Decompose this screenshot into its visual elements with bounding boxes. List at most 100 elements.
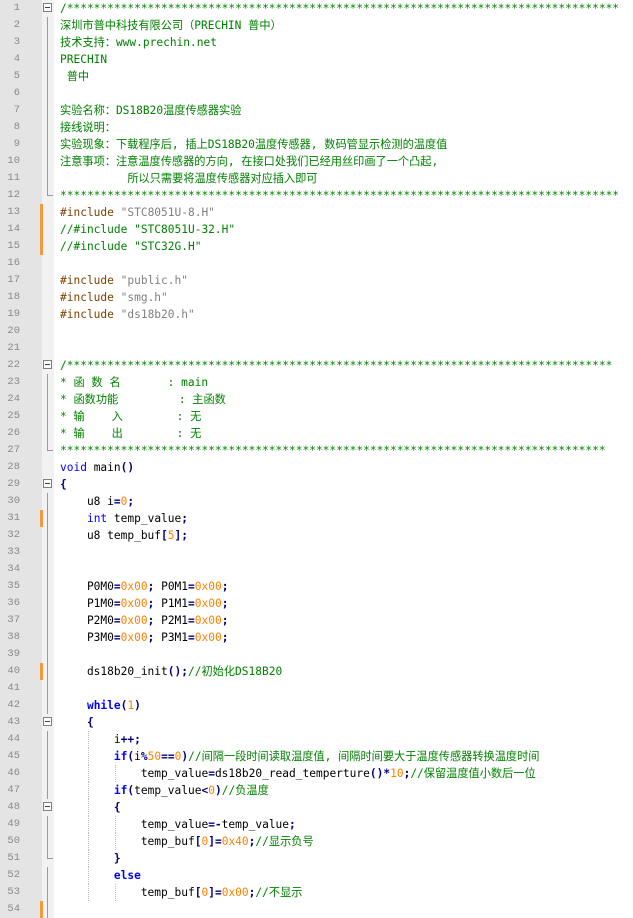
code-text[interactable]: 所以只需要将温度传感器对应插入即可	[60, 170, 317, 187]
code-text[interactable]: {	[60, 799, 121, 816]
code-line[interactable]: 16	[0, 255, 633, 272]
code-text[interactable]: ds18b20_init();//初始化DS18B20	[60, 663, 282, 680]
code-text[interactable]: temp_buf[0]=0x00;//不显示	[60, 884, 303, 901]
code-text[interactable]: PRECHIN	[60, 51, 107, 68]
code-text[interactable]: #include "smg.h"	[60, 289, 168, 306]
code-line[interactable]: 40 ds18b20_init();//初始化DS18B20	[0, 663, 633, 680]
code-line[interactable]: 51 }	[0, 850, 633, 867]
code-line[interactable]: 25 * 输 入 : 无	[0, 408, 633, 425]
code-text[interactable]: //#include "STC32G.H"	[60, 238, 201, 255]
code-text[interactable]: 普中	[60, 68, 89, 85]
code-line[interactable]: 26 * 输 出 : 无	[0, 425, 633, 442]
code-line[interactable]: 36 P1M0=0x00; P1M1=0x00;	[0, 595, 633, 612]
code-line[interactable]: 48 {	[0, 799, 633, 816]
code-line[interactable]: 33	[0, 544, 633, 561]
code-text[interactable]: * 函 数 名 : main	[60, 374, 208, 391]
code-line[interactable]: 30 u8 i=0;	[0, 493, 633, 510]
code-line[interactable]: 28 void main()	[0, 459, 633, 476]
code-line[interactable]: 32 u8 temp_buf[5];	[0, 527, 633, 544]
code-line[interactable]: 43 {	[0, 714, 633, 731]
code-line[interactable]: 35 P0M0=0x00; P0M1=0x00;	[0, 578, 633, 595]
code-text[interactable]: 深圳市普中科技有限公司（PRECHIN 普中）	[60, 17, 282, 34]
code-line[interactable]: 5 普中	[0, 68, 633, 85]
code-line[interactable]: 37 P2M0=0x00; P2M1=0x00;	[0, 612, 633, 629]
code-line[interactable]: 31 int temp_value;	[0, 510, 633, 527]
code-line[interactable]: 34	[0, 561, 633, 578]
code-text[interactable]: u8 i=0;	[60, 493, 134, 510]
code-text[interactable]: * 输 出 : 无	[60, 425, 201, 442]
fold-toggle-icon[interactable]	[43, 3, 52, 12]
fold-toggle-icon[interactable]	[43, 802, 52, 811]
code-line[interactable]: 47 if(temp_value<0)//负温度	[0, 782, 633, 799]
fold-toggle-icon[interactable]	[43, 360, 52, 369]
code-text[interactable]: P2M0=0x00; P2M1=0x00;	[60, 612, 229, 629]
code-line[interactable]: 46 temp_value=ds18b20_read_temperture()*…	[0, 765, 633, 782]
code-text[interactable]: if(temp_value<0)//负温度	[60, 782, 269, 799]
code-text[interactable]: /***************************************…	[60, 357, 612, 374]
code-line[interactable]: 50 temp_buf[0]=0x40;//显示负号	[0, 833, 633, 850]
code-line[interactable]: 21	[0, 340, 633, 357]
code-line[interactable]: 6	[0, 85, 633, 102]
code-text[interactable]: 接线说明：	[60, 119, 116, 136]
code-text[interactable]: 实验现象：下载程序后, 插上DS18B20温度传感器, 数码管显示检测的温度值	[60, 136, 447, 153]
code-text[interactable]: 实验名称：DS18B20温度传感器实验	[60, 102, 241, 119]
code-line[interactable]: 20	[0, 323, 633, 340]
code-text[interactable]: ****************************************…	[60, 442, 606, 459]
code-line[interactable]: 41	[0, 680, 633, 697]
code-text[interactable]: temp_value=-temp_value;	[60, 816, 296, 833]
fold-toggle-icon[interactable]	[43, 717, 52, 726]
code-line[interactable]: 11 所以只需要将温度传感器对应插入即可	[0, 170, 633, 187]
code-line[interactable]: 2 深圳市普中科技有限公司（PRECHIN 普中）	[0, 17, 633, 34]
code-line[interactable]: 29 {	[0, 476, 633, 493]
code-text[interactable]: #include "public.h"	[60, 272, 188, 289]
code-line[interactable]: 24 * 函数功能 : 主函数	[0, 391, 633, 408]
code-line[interactable]: 13 #include "STC8051U-8.H"	[0, 204, 633, 221]
fold-toggle-icon[interactable]	[43, 479, 52, 488]
code-text[interactable]: P0M0=0x00; P0M1=0x00;	[60, 578, 229, 595]
code-line[interactable]: 39	[0, 646, 633, 663]
code-text[interactable]: #include "ds18b20.h"	[60, 306, 195, 323]
code-text[interactable]: /***************************************…	[60, 0, 619, 17]
code-line[interactable]: 3 技术支持：www.prechin.net	[0, 34, 633, 51]
code-line[interactable]: 53 temp_buf[0]=0x00;//不显示	[0, 884, 633, 901]
code-text[interactable]: while(1)	[60, 697, 141, 714]
code-line[interactable]: 17 #include "public.h"	[0, 272, 633, 289]
code-line[interactable]: 9 实验现象：下载程序后, 插上DS18B20温度传感器, 数码管显示检测的温度值	[0, 136, 633, 153]
code-text[interactable]: 注意事项：注意温度传感器的方向, 在接口处我们已经用丝印画了一个凸起,	[60, 153, 438, 170]
code-text[interactable]: {	[60, 476, 67, 493]
code-text[interactable]: }	[60, 850, 121, 867]
code-line[interactable]: 23 * 函 数 名 : main	[0, 374, 633, 391]
code-text[interactable]: u8 temp_buf[5];	[60, 527, 188, 544]
code-text[interactable]: #include "STC8051U-8.H"	[60, 204, 215, 221]
code-line[interactable]: 52 else	[0, 867, 633, 884]
code-line[interactable]: 54	[0, 901, 633, 918]
code-line[interactable]: 15 //#include "STC32G.H"	[0, 238, 633, 255]
code-text[interactable]: {	[60, 714, 94, 731]
code-text[interactable]: * 函数功能 : 主函数	[60, 391, 226, 408]
code-text[interactable]: else	[60, 867, 141, 884]
code-line[interactable]: 19 #include "ds18b20.h"	[0, 306, 633, 323]
code-line[interactable]: 8 接线说明：	[0, 119, 633, 136]
code-text[interactable]: ****************************************…	[60, 187, 619, 204]
code-line[interactable]: 44 i++;	[0, 731, 633, 748]
code-line[interactable]: 42 while(1)	[0, 697, 633, 714]
code-line[interactable]: 45 if(i%50==0)//间隔一段时间读取温度值, 间隔时间要大于温度传感…	[0, 748, 633, 765]
code-text[interactable]: //#include "STC8051U-32.H"	[60, 221, 235, 238]
code-text[interactable]: * 输 入 : 无	[60, 408, 201, 425]
code-text[interactable]: if(i%50==0)//间隔一段时间读取温度值, 间隔时间要大于温度传感器转换…	[60, 748, 540, 765]
code-editor[interactable]: 1 /**************************************…	[0, 0, 633, 918]
code-line[interactable]: 22 /*************************************…	[0, 357, 633, 374]
code-line[interactable]: 49 temp_value=-temp_value;	[0, 816, 633, 833]
code-text[interactable]: void main()	[60, 459, 134, 476]
code-line[interactable]: 27 **************************************…	[0, 442, 633, 459]
code-line[interactable]: 38 P3M0=0x00; P3M1=0x00;	[0, 629, 633, 646]
code-text[interactable]: int temp_value;	[60, 510, 188, 527]
code-line[interactable]: 10 注意事项：注意温度传感器的方向, 在接口处我们已经用丝印画了一个凸起,	[0, 153, 633, 170]
code-line[interactable]: 7 实验名称：DS18B20温度传感器实验	[0, 102, 633, 119]
code-line[interactable]: 18 #include "smg.h"	[0, 289, 633, 306]
code-line[interactable]: 12 **************************************…	[0, 187, 633, 204]
code-text[interactable]: i++;	[60, 731, 141, 748]
code-line[interactable]: 1 /**************************************…	[0, 0, 633, 17]
code-text[interactable]: P1M0=0x00; P1M1=0x00;	[60, 595, 229, 612]
code-line[interactable]: 4 PRECHIN	[0, 51, 633, 68]
